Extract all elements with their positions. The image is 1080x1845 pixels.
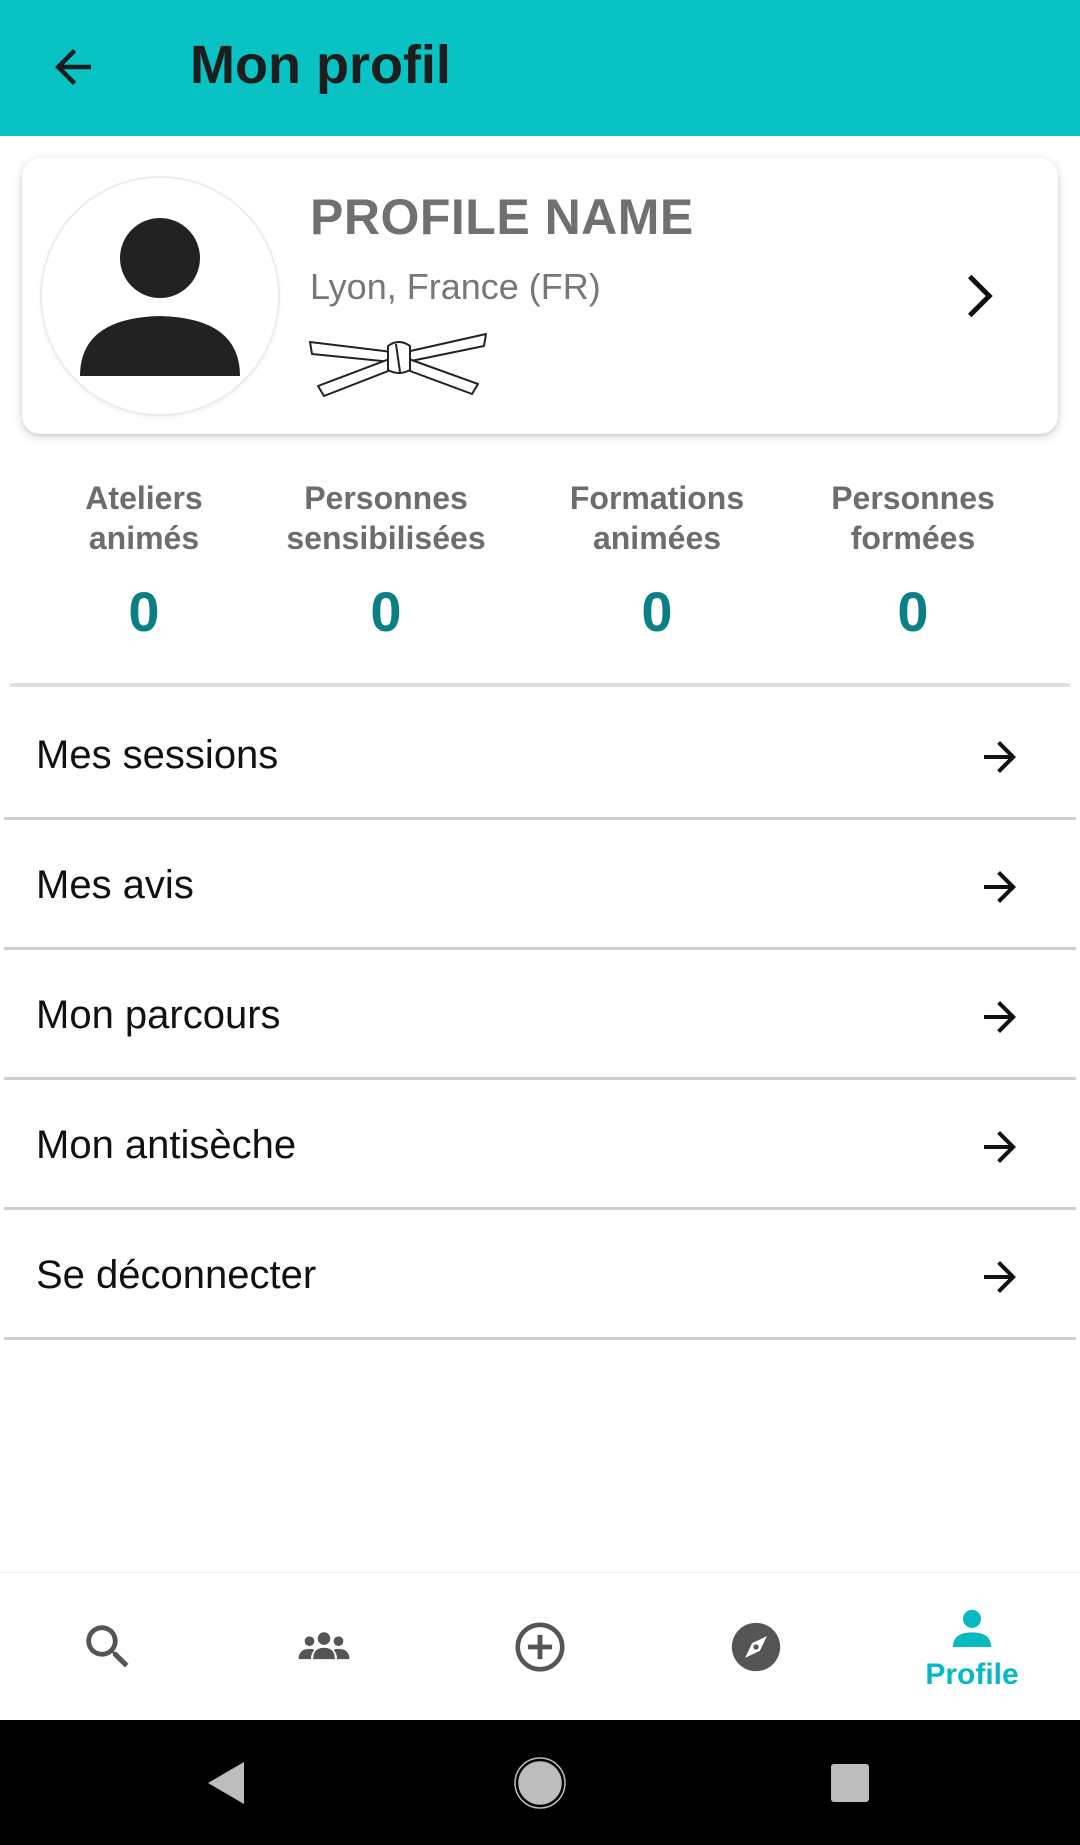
- system-recents-button[interactable]: [790, 1720, 910, 1845]
- arrow-forward-icon: [984, 1001, 1016, 1033]
- arrow-back-icon: [55, 49, 91, 85]
- group-icon: [298, 1632, 350, 1660]
- system-navigation-bar: [0, 1720, 1080, 1845]
- stat-label: Personnes sensibilisées: [286, 480, 486, 556]
- stat-label: Ateliers animés: [85, 480, 203, 556]
- triangle-back-icon: [208, 1761, 244, 1804]
- search-icon: [86, 1625, 129, 1668]
- menu-item-se-deconnecter[interactable]: Se déconnecter: [4, 1210, 1076, 1340]
- system-home-button[interactable]: [480, 1720, 600, 1845]
- circle-home-icon: [514, 1756, 566, 1809]
- white-belt-icon: [309, 333, 487, 397]
- avatar: [42, 178, 278, 414]
- chevron-right-icon: [968, 274, 993, 318]
- menu-item-label: Mes avis: [36, 863, 194, 907]
- profile-name: PROFILE NAME: [310, 189, 694, 245]
- square-recents-icon: [831, 1763, 869, 1802]
- nav-item-explore[interactable]: [648, 1573, 864, 1721]
- profile-card[interactable]: PROFILE NAME Lyon, France (FR): [22, 158, 1058, 434]
- stat-ateliers-animes: Ateliers animés 0: [48, 478, 240, 644]
- stat-value: 0: [370, 580, 402, 643]
- arrow-forward-icon: [984, 871, 1016, 903]
- stat-personnes-sensibilisees: Personnes sensibilisées 0: [276, 478, 496, 644]
- stat-formations-animees: Formations animées 0: [552, 478, 762, 644]
- bottom-navigation: Profile: [0, 1572, 1080, 1720]
- menu-item-label: Mon antisèche: [36, 1123, 297, 1167]
- person-silhouette-icon: [80, 218, 240, 376]
- stat-personnes-formees: Personnes formées 0: [806, 478, 1020, 644]
- person-icon: [952, 1609, 992, 1647]
- nav-item-community[interactable]: [216, 1573, 432, 1721]
- stat-value: 0: [128, 580, 160, 643]
- menu-item-mon-parcours[interactable]: Mon parcours: [4, 950, 1076, 1080]
- menu-item-label: Mes sessions: [36, 733, 279, 777]
- nav-item-search[interactable]: [0, 1573, 216, 1721]
- stat-label: Formations animées: [569, 480, 745, 556]
- arrow-forward-icon: [984, 1131, 1016, 1163]
- nav-item-label: Profile: [925, 1658, 1019, 1691]
- system-back-button[interactable]: [166, 1720, 286, 1845]
- arrow-forward-icon: [984, 1261, 1016, 1293]
- profile-menu: Mes sessions Mes avis Mon parcours Mon a…: [0, 690, 1080, 1340]
- add-circle-icon: [515, 1622, 565, 1672]
- stat-value: 0: [641, 580, 673, 643]
- menu-item-label: Mon parcours: [36, 993, 281, 1037]
- page-title: Mon profil: [190, 35, 451, 95]
- stats-row: Ateliers animés 0 Personnes sensibilisées …: [0, 478, 1080, 658]
- menu-item-mes-sessions[interactable]: Mes sessions: [4, 690, 1076, 820]
- nav-item-add[interactable]: [432, 1573, 648, 1721]
- nav-item-profile[interactable]: Profile: [864, 1573, 1080, 1721]
- menu-item-label: Se déconnecter: [36, 1253, 317, 1297]
- compass-icon: [731, 1622, 781, 1672]
- app-bar: Mon profil: [0, 0, 1080, 136]
- back-button[interactable]: [38, 32, 108, 102]
- stat-label: Personnes formées: [831, 480, 995, 556]
- stat-value: 0: [897, 580, 929, 643]
- menu-item-mes-avis[interactable]: Mes avis: [4, 820, 1076, 950]
- arrow-forward-icon: [984, 741, 1016, 773]
- profile-location: Lyon, France (FR): [310, 266, 601, 307]
- menu-item-mon-antiseche[interactable]: Mon antisèche: [4, 1080, 1076, 1210]
- divider: [10, 683, 1070, 687]
